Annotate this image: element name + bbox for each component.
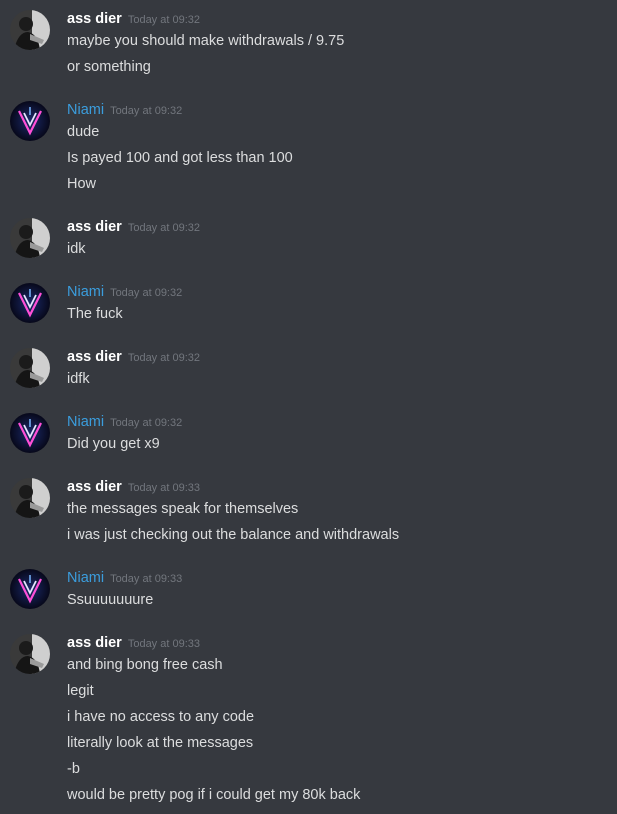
username[interactable]: Niami: [67, 102, 104, 118]
message-header: Niami Today at 09:33: [67, 567, 182, 589]
timestamp: Today at 09:32: [127, 352, 200, 364]
message-text: Ssuuuuuuure: [67, 592, 154, 608]
avatar[interactable]: [10, 283, 50, 323]
timestamp: Today at 09:32: [127, 14, 200, 26]
timestamp: Today at 09:32: [110, 417, 183, 429]
timestamp: Today at 09:32: [127, 222, 200, 234]
message-text: would be pretty pog if i could get my 80…: [67, 787, 361, 803]
avatar[interactable]: [10, 10, 50, 50]
message-header: ass dier Today at 09:32: [67, 8, 200, 30]
neon-v-logo-avatar-icon: [10, 413, 50, 453]
message-text: -b: [67, 761, 80, 777]
message-header: ass dier Today at 09:32: [67, 346, 200, 368]
avatar[interactable]: [10, 348, 50, 388]
dark-figure-avatar-icon: [10, 478, 50, 518]
dark-figure-avatar-icon: [10, 634, 50, 674]
avatar[interactable]: [10, 413, 50, 453]
avatar[interactable]: [10, 218, 50, 258]
message-header: ass dier Today at 09:32: [67, 216, 200, 238]
username[interactable]: ass dier: [67, 349, 122, 365]
message-text: The fuck: [67, 306, 123, 322]
message-text: Did you get x9: [67, 436, 160, 452]
message-text: i was just checking out the balance and …: [67, 527, 400, 543]
message-text: Is payed 100 and got less than 100: [67, 150, 293, 166]
username[interactable]: Niami: [67, 414, 104, 430]
message-header: ass dier Today at 09:33: [67, 632, 200, 654]
message-header: ass dier Today at 09:33: [67, 476, 200, 498]
message-text: idfk: [67, 371, 90, 387]
username[interactable]: Niami: [67, 284, 104, 300]
dark-figure-avatar-icon: [10, 348, 50, 388]
dark-figure-avatar-icon: [10, 10, 50, 50]
message-text: dude: [67, 124, 100, 140]
message-text: and bing bong free cash: [67, 657, 223, 673]
message-text: idk: [67, 241, 86, 257]
username[interactable]: ass dier: [67, 479, 122, 495]
message-text: legit: [67, 683, 94, 699]
neon-v-logo-avatar-icon: [10, 569, 50, 609]
message-header: Niami Today at 09:32: [67, 281, 182, 303]
timestamp: Today at 09:33: [127, 638, 200, 650]
message-header: Niami Today at 09:32: [67, 99, 182, 121]
message-text: How: [67, 176, 97, 192]
timestamp: Today at 09:32: [110, 287, 183, 299]
username[interactable]: ass dier: [67, 635, 122, 651]
neon-v-logo-avatar-icon: [10, 283, 50, 323]
username[interactable]: ass dier: [67, 219, 122, 235]
dark-figure-avatar-icon: [10, 218, 50, 258]
timestamp: Today at 09:33: [127, 482, 200, 494]
avatar[interactable]: [10, 634, 50, 674]
message-text: maybe you should make withdrawals / 9.75: [67, 33, 345, 49]
username[interactable]: Niami: [67, 570, 104, 586]
message-text: literally look at the messages: [67, 735, 254, 751]
avatar[interactable]: [10, 101, 50, 141]
avatar[interactable]: [10, 478, 50, 518]
username[interactable]: ass dier: [67, 11, 122, 27]
message-header: Niami Today at 09:32: [67, 411, 182, 433]
message-text: i have no access to any code: [67, 709, 255, 725]
neon-v-logo-avatar-icon: [10, 101, 50, 141]
timestamp: Today at 09:33: [110, 573, 183, 585]
message-text: or something: [67, 59, 151, 75]
message-text: the messages speak for themselves: [67, 501, 299, 517]
timestamp: Today at 09:32: [110, 105, 183, 117]
avatar[interactable]: [10, 569, 50, 609]
